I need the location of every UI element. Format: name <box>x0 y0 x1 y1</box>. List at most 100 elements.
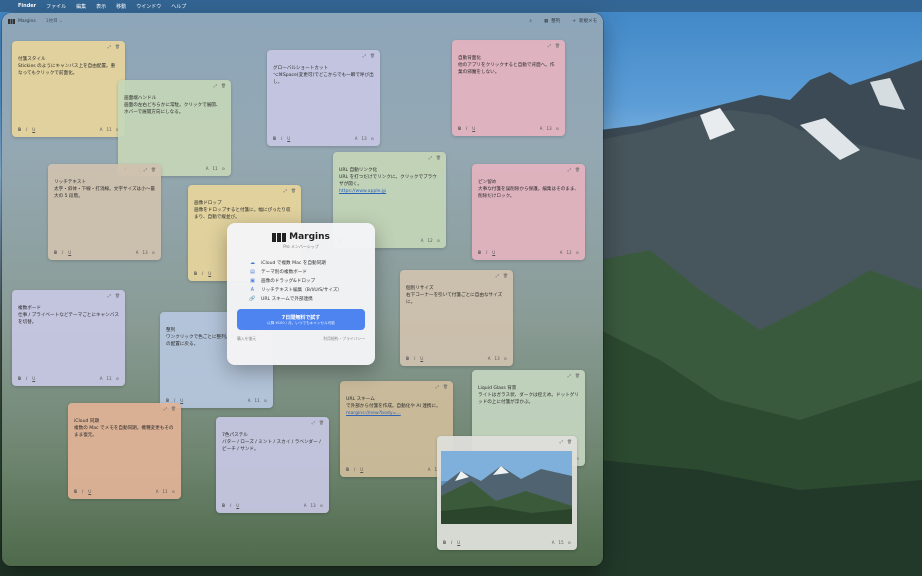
bold-icon[interactable]: B <box>74 489 77 495</box>
board-selector[interactable]: 1枚目 ⌄ <box>46 18 63 24</box>
text-size-icon[interactable]: A <box>428 467 431 473</box>
italic-icon[interactable]: I <box>414 356 415 362</box>
underline-icon[interactable]: U <box>287 136 290 142</box>
bold-icon[interactable]: B <box>222 503 225 509</box>
trash-icon[interactable]: 🗑 <box>291 188 296 194</box>
italic-icon[interactable]: I <box>354 467 355 473</box>
bold-icon[interactable]: B <box>406 356 409 362</box>
underline-icon[interactable]: U <box>32 127 35 133</box>
italic-icon[interactable]: I <box>230 503 231 509</box>
note-text[interactable]: 画像ドロップ 画像をドロップすると付箋に。幅にぴったり収まり、自動で縦並び。 <box>194 200 295 221</box>
menu-item-edit[interactable]: 編集 <box>76 3 86 10</box>
bold-icon[interactable]: B <box>346 467 349 473</box>
pin-icon[interactable]: ⊙ <box>556 126 559 132</box>
note-text[interactable]: Liquid Glass 背景 ライトはガラス状、ダークは控えめ。ドットグリッド… <box>478 385 579 406</box>
note-text[interactable]: 画面端ハンドル 画面の左右どちらかに常駐。クリックで展開、ホバーで展開方向にしな… <box>124 95 225 116</box>
expand-icon[interactable]: ⤢ <box>144 167 147 173</box>
italic-icon[interactable]: I <box>451 540 452 546</box>
trash-icon[interactable]: 🗑 <box>115 293 120 299</box>
underline-icon[interactable]: U <box>420 356 423 362</box>
note-resize[interactable]: ⤢ 🗑 個別リサイズ 右下コーナーを引いて付箋ごとに自由なサイズに。 B I U A 13… <box>400 270 513 366</box>
arrange-button[interactable]: ▦ 整列 <box>544 18 560 25</box>
bold-icon[interactable]: B <box>18 127 21 133</box>
underline-icon[interactable]: U <box>68 250 71 256</box>
underline-icon[interactable]: U <box>88 489 91 495</box>
menu-item-window[interactable]: ウインドウ <box>136 3 161 10</box>
text-size-icon[interactable]: A <box>304 503 307 509</box>
text-size-icon[interactable]: A <box>100 376 103 382</box>
note-text[interactable]: URL スキーム で外部から付箋を作成。自動化や AI 連携に。 <box>346 396 447 410</box>
expand-icon[interactable]: ⤢ <box>429 155 432 161</box>
text-size-icon[interactable]: A <box>540 126 543 132</box>
expand-icon[interactable]: ⤢ <box>560 439 563 445</box>
italic-icon[interactable]: I <box>62 250 63 256</box>
expand-icon[interactable]: ⤢ <box>214 83 217 89</box>
pin-icon[interactable]: ⊙ <box>116 376 119 382</box>
bold-icon[interactable]: B <box>458 126 461 132</box>
underline-icon[interactable]: U <box>236 503 239 509</box>
expand-icon[interactable]: ⤢ <box>436 384 439 390</box>
note-sticky-style[interactable]: ⤢ 🗑 付箋スタイル Stickies のようにキャンバス上を自由配置。重なっても… <box>12 41 125 137</box>
search-icon[interactable]: ⌕ <box>529 18 532 24</box>
pin-icon[interactable]: ⊙ <box>320 503 323 509</box>
note-pin[interactable]: ⤢ 🗑 ピン留め 大事な付箋を誤削除から保護。編集はそのまま、削除だけロック。 B… <box>472 164 585 260</box>
pin-icon[interactable]: ⊙ <box>222 166 225 172</box>
note-text[interactable]: 付箋スタイル Stickies のようにキャンバス上を自由配置。重なってもクリッ… <box>18 56 119 77</box>
note-link[interactable]: https://www.apple.jp <box>339 188 440 195</box>
expand-icon[interactable]: ⤢ <box>496 273 499 279</box>
menu-item-view[interactable]: 表示 <box>96 3 106 10</box>
expand-icon[interactable]: ⤢ <box>108 44 111 50</box>
expand-icon[interactable]: ⤢ <box>363 53 366 59</box>
pin-icon[interactable]: ⊙ <box>172 489 175 495</box>
text-size-icon[interactable]: A <box>355 136 358 142</box>
expand-icon[interactable]: ⤢ <box>164 406 167 412</box>
italic-icon[interactable]: I <box>82 489 83 495</box>
note-multiple-boards[interactable]: ⤢ 🗑 複数ボード 仕事 / プライベートなどテーマごとにキャンバスを切替。 BI… <box>12 290 125 386</box>
trash-icon[interactable]: 🗑 <box>575 167 580 173</box>
text-size-icon[interactable]: A <box>100 127 103 133</box>
menu-item-help[interactable]: ヘルプ <box>171 3 186 10</box>
bold-icon[interactable]: B <box>54 250 57 256</box>
trash-icon[interactable]: 🗑 <box>319 420 324 426</box>
pin-icon[interactable]: ⊙ <box>568 540 571 546</box>
italic-icon[interactable]: I <box>26 127 27 133</box>
menu-item-go[interactable]: 移動 <box>116 3 126 10</box>
expand-icon[interactable]: ⤢ <box>548 43 551 49</box>
menu-app-finder[interactable]: Finder <box>18 3 36 9</box>
note-text[interactable]: 個別リサイズ 右下コーナーを引いて付箋ごとに自由なサイズに。 <box>406 285 507 306</box>
pin-icon[interactable]: ⊙ <box>371 136 374 142</box>
bold-icon[interactable]: B <box>18 376 21 382</box>
trash-icon[interactable]: 🗑 <box>151 167 156 173</box>
pin-icon[interactable]: ⊙ <box>437 238 440 244</box>
trash-icon[interactable]: 🗑 <box>567 439 572 445</box>
pin-icon[interactable]: ⊙ <box>152 250 155 256</box>
italic-icon[interactable]: I <box>26 376 27 382</box>
expand-icon[interactable]: ⤢ <box>568 373 571 379</box>
text-size-icon[interactable]: A <box>156 489 159 495</box>
underline-icon[interactable]: U <box>360 467 363 473</box>
italic-icon[interactable]: I <box>486 250 487 256</box>
bold-icon[interactable]: B <box>273 136 276 142</box>
underline-icon[interactable]: U <box>492 250 495 256</box>
bold-icon[interactable]: B <box>443 540 446 546</box>
note-pastel-colors[interactable]: ⤢ 🗑 7色パステル バター / ローズ / ミント / スカイ / ラベンダー … <box>216 417 329 513</box>
underline-icon[interactable]: U <box>180 398 183 404</box>
pin-icon[interactable]: ⊙ <box>504 356 507 362</box>
pin-icon[interactable]: ⊙ <box>264 398 267 404</box>
new-note-button[interactable]: + 新規メモ <box>572 18 597 25</box>
trash-icon[interactable]: 🗑 <box>555 43 560 49</box>
bold-icon[interactable]: B <box>194 271 197 277</box>
note-text[interactable]: 複数ボード 仕事 / プライベートなどテーマごとにキャンバスを切替。 <box>18 305 119 326</box>
note-text[interactable]: グローバルショートカット ⌥⌘Space(変更可)でどこからでも一瞬で呼び出し。 <box>273 65 374 86</box>
note-text[interactable]: 7色パステル バター / ローズ / ミント / スカイ / ラベンダー / ピ… <box>222 432 323 453</box>
restore-purchase-link[interactable]: 購入を復元 <box>237 336 256 342</box>
underline-icon[interactable]: U <box>457 540 460 546</box>
text-size-icon[interactable]: A <box>488 356 491 362</box>
terms-privacy-link[interactable]: 利用規約・プライバシー <box>323 336 365 342</box>
note-text[interactable]: URL 自動リンク化 URL を打つだけでリンクに。クリックでブラウザが開く。 <box>339 167 440 188</box>
text-size-icon[interactable]: A <box>552 540 555 546</box>
note-text[interactable]: 自動背面化 他のアプリをクリックすると自動で背面へ。作業の邪魔をしない。 <box>458 55 559 76</box>
note-auto-background[interactable]: ⤢ 🗑 自動背面化 他のアプリをクリックすると自動で背面へ。作業の邪魔をしない。 … <box>452 40 565 136</box>
text-size-icon[interactable]: A <box>421 238 424 244</box>
expand-icon[interactable]: ⤢ <box>568 167 571 173</box>
